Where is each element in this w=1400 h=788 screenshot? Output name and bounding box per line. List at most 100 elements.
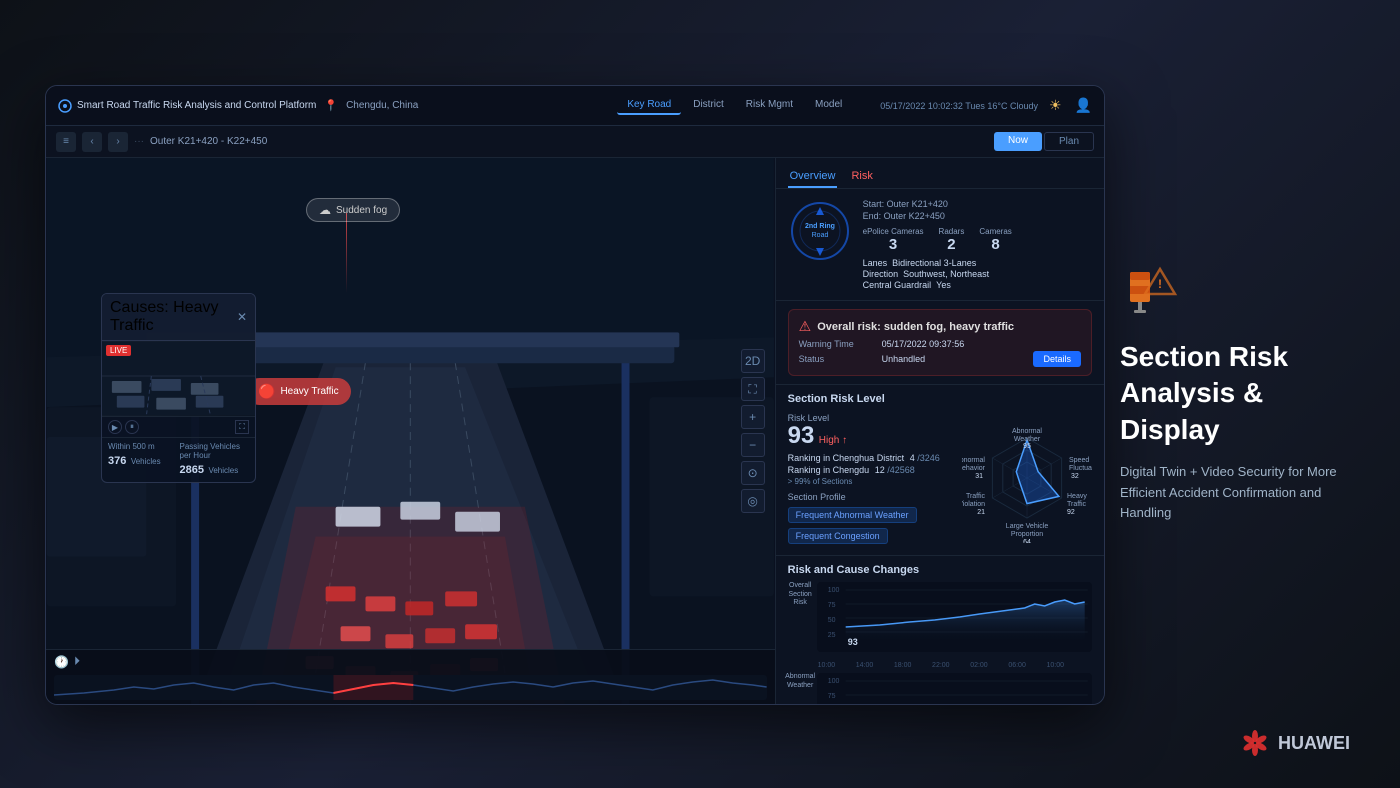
cameras-label: Cameras — [979, 227, 1011, 236]
pause-btn[interactable]: ⏸ — [125, 420, 139, 434]
datetime-info: 05/17/2022 10:02:32 Tues 16°C Cloudy — [880, 101, 1038, 111]
forward-btn[interactable]: › — [108, 132, 128, 152]
warning-time-value: 05/17/2022 09:37:56 — [882, 339, 965, 349]
app-title: Smart Road Traffic Risk Analysis and Con… — [77, 100, 316, 111]
status-value: Unhandled — [882, 354, 926, 364]
within-unit: Vehicles — [131, 457, 161, 466]
svg-text:Abnormal: Abnormal — [962, 457, 985, 464]
x-tick-5: 06:00 — [1008, 662, 1026, 669]
or-header: ⚠ Overall risk: sudden fog, heavy traffi… — [799, 318, 1081, 335]
fullscreen-map-btn[interactable]: ⛶ — [741, 377, 765, 401]
radars-value: 2 — [939, 236, 965, 253]
sub-nav: ≡ ‹ › ··· Outer K21+420 - K22+450 Now Pl… — [46, 126, 1104, 158]
rank-chenghua-value: 4 — [910, 453, 915, 463]
within-stat: Within 500 m 376 Vehicles — [108, 442, 178, 478]
end-endpoint: End: Outer K22+450 — [863, 211, 1092, 221]
x-tick-3: 22:00 — [932, 662, 950, 669]
causes-controls: ▶ ⏸ ⛶ — [102, 416, 255, 438]
status-row: Status Unhandled Details — [799, 351, 1081, 367]
right-text-panel: ! Section Risk Analysis & Display Digita… — [1070, 0, 1400, 788]
risk-level-badge: High ↑ — [819, 435, 847, 446]
tag-1: Frequent Congestion — [788, 528, 888, 544]
warning-time-label: Warning Time — [799, 339, 874, 349]
overall-risk-chart: 100 75 50 25 — [817, 582, 1092, 652]
svg-text:2nd Ring: 2nd Ring — [805, 223, 835, 230]
risk-changes: Risk and Cause Changes Overall Section R… — [776, 555, 1104, 704]
location-btn[interactable]: ⊙ — [741, 461, 765, 485]
timeline-play-icon[interactable]: ⏵ — [74, 654, 80, 669]
passing-label: Passing Vehicles per Hour — [180, 442, 250, 460]
fog-icon: ☁ — [319, 203, 331, 217]
tab-risk[interactable]: Risk — [849, 166, 874, 188]
svg-text:Abnormal: Abnormal — [1012, 428, 1042, 435]
guardrail-label: Central Guardrail — [863, 280, 932, 290]
fog-indicator: ☁ Sudden fog — [306, 198, 400, 222]
abnormal-weather-chart: 100 75 50 25 29 — [817, 673, 1092, 704]
overall-label: Overall Section Risk — [788, 582, 813, 607]
passing-value: 2865 — [180, 464, 204, 476]
svg-text:75: 75 — [827, 602, 835, 609]
timeline-controls: 🕐 ⏵ — [46, 650, 775, 673]
risk-changes-title: Risk and Cause Changes — [788, 564, 1092, 576]
tab-overview[interactable]: Overview — [788, 166, 838, 188]
epolice-value: 3 — [863, 236, 924, 253]
causes-stats: Within 500 m 376 Vehicles Passing Vehicl… — [102, 438, 255, 482]
main-nav: Key Road District Risk Mgmt Model — [617, 96, 852, 115]
causes-close-btn[interactable]: ✕ — [237, 310, 247, 324]
rank-chenghua: Ranking in Chenghua District 4 /3246 — [788, 453, 954, 463]
svg-text:75: 75 — [827, 693, 835, 700]
causes-panel: Causes: Heavy Traffic ✕ LIVE — [101, 293, 256, 483]
fullscreen-btn[interactable]: ⛶ — [235, 420, 249, 434]
huawei-logo: HUAWEI — [1240, 728, 1350, 758]
svg-text:Road: Road — [811, 232, 828, 239]
lanes-value: Bidirectional 3-Lanes — [892, 258, 976, 268]
x-tick-1: 14:00 — [856, 662, 874, 669]
nav-key-road[interactable]: Key Road — [617, 96, 681, 115]
within-label: Within 500 m — [108, 442, 178, 451]
back-btn[interactable]: ‹ — [82, 132, 102, 152]
section-risk-title: Section Risk Level — [788, 393, 1092, 405]
timeline-clock-icon[interactable]: 🕐 — [54, 655, 69, 669]
svg-text:Large Vehicle: Large Vehicle — [1006, 523, 1049, 530]
rank-chengdu-total: /42568 — [887, 465, 915, 475]
nav-risk-mgmt[interactable]: Risk Mgmt — [736, 96, 803, 115]
map-controls: 2D ⛶ + − ⊙ ◎ — [741, 349, 765, 513]
section-risk-left: Risk Level 93 High ↑ Ranking in Chenghua… — [788, 413, 954, 547]
rank-chenghua-total: /3246 — [917, 453, 940, 463]
svg-text:100: 100 — [827, 678, 839, 685]
svg-text:!: ! — [1158, 277, 1162, 291]
nav-district[interactable]: District — [683, 96, 734, 115]
timeline-ticks: 10:00 12:00 14:00 16:00 18:00 20:00 22:0… — [46, 702, 775, 704]
road-props: Lanes Bidirectional 3-Lanes Direction So… — [863, 258, 1092, 290]
right-panel: Overview Risk 2nd Ring Road — [775, 158, 1104, 704]
direction-prop: Direction Southwest, Northeast — [863, 269, 1092, 279]
lanes-label: Lanes — [863, 258, 888, 268]
road-details: Start: Outer K21+420 End: Outer K22+450 … — [863, 199, 1092, 290]
svg-text:Violation: Violation — [962, 501, 985, 508]
menu-btn[interactable]: ≡ — [56, 132, 76, 152]
x-tick-6: 10:00 — [1046, 662, 1064, 669]
layers-btn[interactable]: ◎ — [741, 489, 765, 513]
svg-text:21: 21 — [977, 509, 985, 516]
svg-text:95: 95 — [1023, 443, 1031, 450]
road-endpoints: Start: Outer K21+420 End: Outer K22+450 — [863, 199, 1092, 221]
radars-col: Radars 2 — [939, 227, 965, 253]
rank-chenghua-label: Ranking in Chenghua District — [788, 453, 905, 463]
nav-model[interactable]: Model — [805, 96, 852, 115]
map-area: ☁ Sudden fog 🔴 Heavy Traffic Causes: Hea… — [46, 158, 775, 704]
lanes-prop: Lanes Bidirectional 3-Lanes — [863, 258, 1092, 268]
play-btn[interactable]: ▶ — [108, 420, 122, 434]
zoom-in-btn[interactable]: + — [741, 405, 765, 429]
zoom-out-btn[interactable]: − — [741, 433, 765, 457]
timeline-bar[interactable] — [54, 675, 767, 700]
2d-btn[interactable]: 2D — [741, 349, 765, 373]
radars-label: Radars — [939, 227, 965, 236]
huawei-brand: HUAWEI — [1278, 733, 1350, 754]
weather-icon: ☀ — [1049, 97, 1062, 114]
warning-time-row: Warning Time 05/17/2022 09:37:56 — [799, 339, 1081, 349]
risk-level-value: 93 — [788, 422, 815, 449]
profile-label: Section Profile — [788, 492, 954, 502]
passing-stat: Passing Vehicles per Hour 2865 Vehicles — [180, 442, 250, 478]
svg-text:31: 31 — [975, 473, 983, 480]
now-btn[interactable]: Now — [994, 132, 1042, 151]
